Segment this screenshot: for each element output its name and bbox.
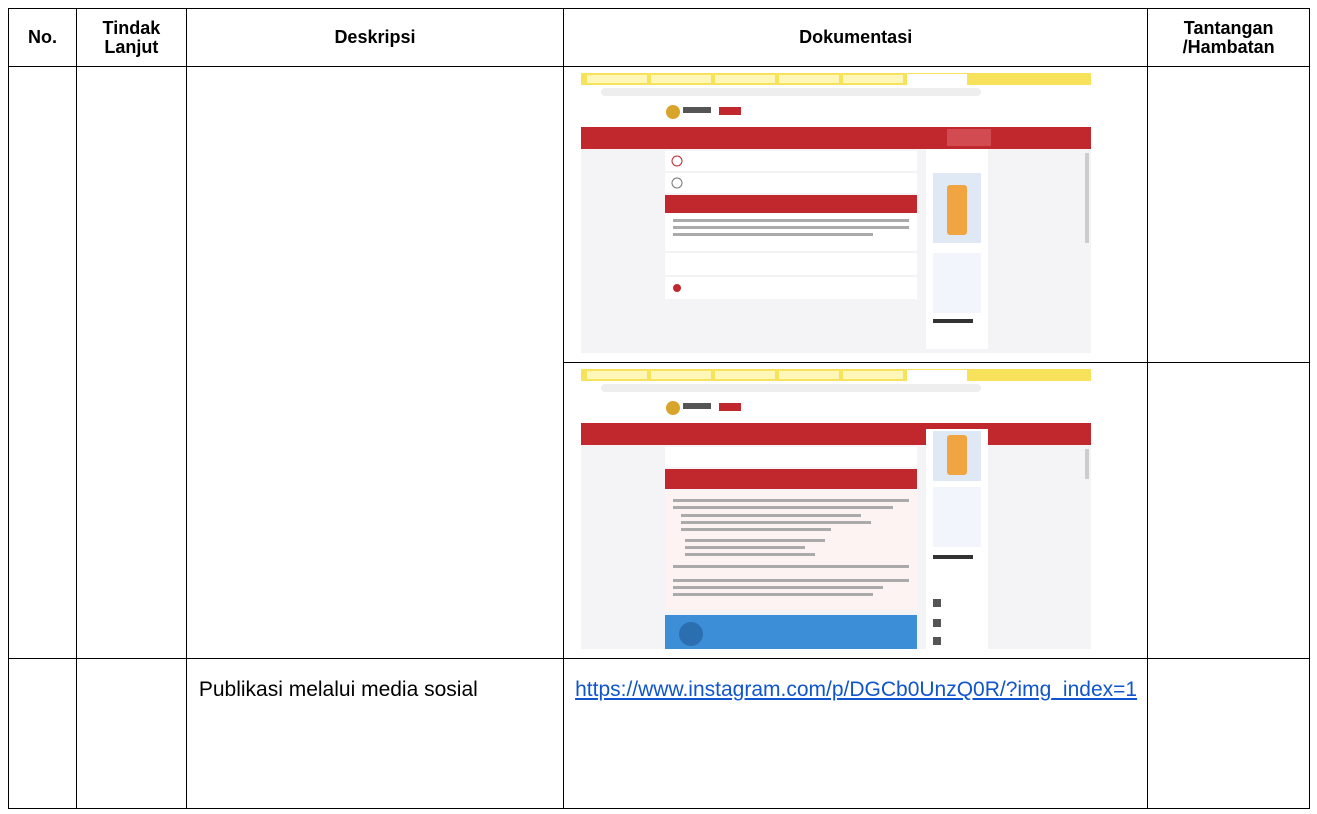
cell-tantangan xyxy=(1147,658,1310,809)
cell-tindak-lanjut xyxy=(75,66,187,659)
cell-dokumentasi xyxy=(563,362,1149,659)
cell-no xyxy=(8,66,77,659)
documentation-screenshot-2 xyxy=(581,369,1092,649)
documentation-screenshot-1 xyxy=(581,73,1092,353)
table-row xyxy=(8,66,1310,659)
header-tantangan: Tantangan /Hambatan xyxy=(1147,8,1310,67)
header-tindak-lanjut: Tindak Lanjut xyxy=(75,8,187,67)
cell-deskripsi: Publikasi melalui media sosial xyxy=(185,658,565,809)
header-dokumentasi: Dokumentasi xyxy=(563,8,1149,67)
documentation-table: No. Tindak Lanjut Deskripsi Dokumentasi … xyxy=(8,8,1310,809)
cell-deskripsi xyxy=(185,66,565,659)
header-deskripsi: Deskripsi xyxy=(185,8,565,67)
table-row: Publikasi melalui media sosial https://w… xyxy=(8,658,1310,809)
header-tindak-lanjut-label: Tindak Lanjut xyxy=(102,17,161,57)
cell-tantangan xyxy=(1147,362,1310,659)
cell-tindak-lanjut xyxy=(75,658,187,809)
header-tantangan-label: Tantangan /Hambatan xyxy=(1182,17,1275,57)
instagram-link[interactable]: https://www.instagram.com/p/DGCb0UnzQ0R/… xyxy=(563,658,1149,809)
cell-dokumentasi xyxy=(563,66,1149,363)
header-no: No. xyxy=(8,8,77,67)
table-header-row: No. Tindak Lanjut Deskripsi Dokumentasi … xyxy=(8,8,1310,67)
cell-no xyxy=(8,658,77,809)
cell-tantangan xyxy=(1147,66,1310,363)
